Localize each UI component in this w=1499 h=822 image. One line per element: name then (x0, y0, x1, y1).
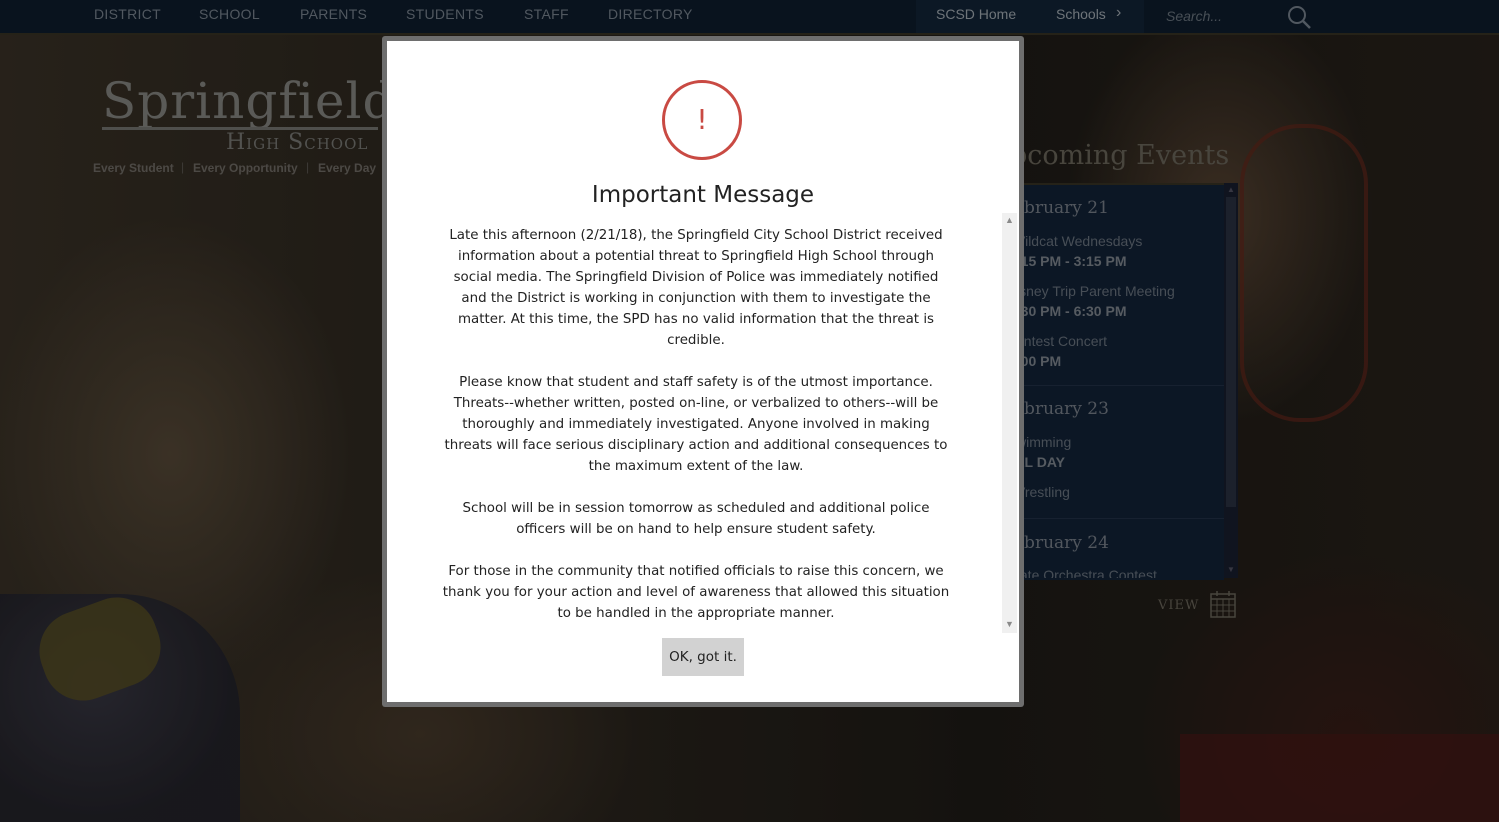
message-paragraph: Late this afternoon (2/21/18), the Sprin… (449, 228, 943, 348)
alert-icon: ! (662, 80, 742, 160)
exclamation-icon: ! (696, 103, 708, 136)
ok-got-it-button[interactable]: OK, got it. (662, 638, 744, 676)
scroll-down-icon[interactable]: ▼ (1005, 619, 1014, 629)
important-message-modal: ! Important Message Late this afternoon … (387, 41, 1019, 702)
scroll-up-icon[interactable]: ▲ (1005, 215, 1014, 225)
message-paragraph: For those in the community that notified… (442, 564, 950, 621)
modal-title: Important Message (591, 182, 815, 208)
message-scroll-area[interactable]: Late this afternoon (2/21/18), the Sprin… (427, 213, 1003, 633)
message-body: Late this afternoon (2/21/18), the Sprin… (441, 225, 951, 633)
message-paragraph: School will be in session tomorrow as sc… (462, 501, 930, 537)
message-paragraph: Please know that student and staff safet… (444, 375, 948, 474)
message-scrollbar[interactable]: ▲ ▼ (1002, 213, 1017, 633)
